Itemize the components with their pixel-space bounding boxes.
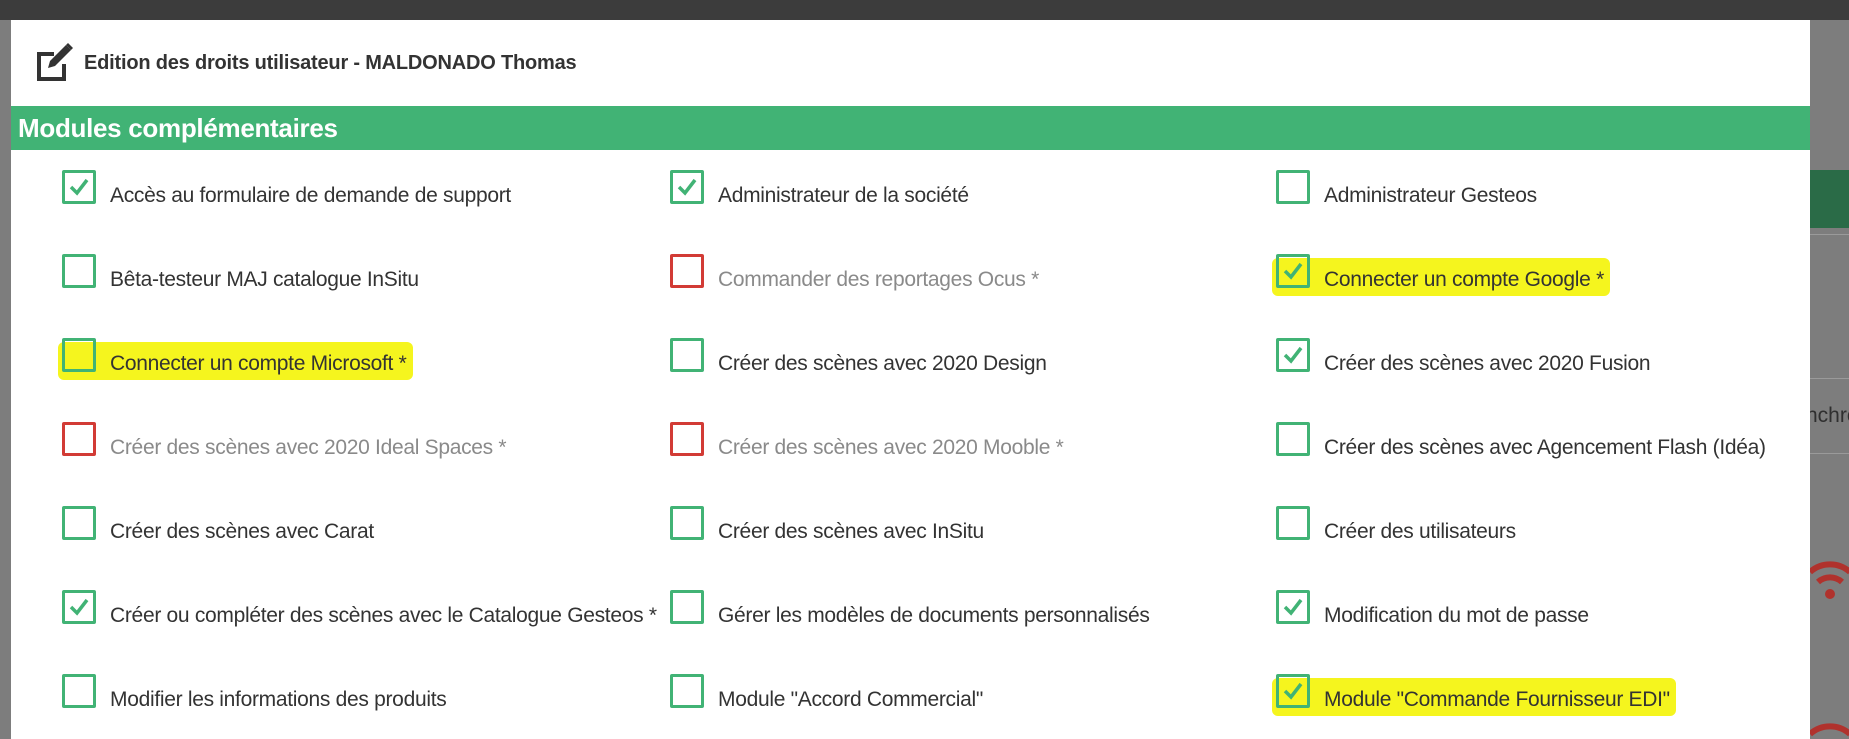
checkmark-icon	[1283, 682, 1303, 700]
right-label: Accès au formulaire de demande de suppor…	[110, 184, 511, 207]
rights-row: Créer ou compléter des scènes avec le Ca…	[11, 590, 1810, 674]
section-header: Modules complémentaires	[11, 106, 1810, 150]
checkmark-icon	[69, 598, 89, 616]
right-checkbox[interactable]	[670, 338, 704, 372]
right-label: Module "Accord Commercial"	[718, 688, 984, 711]
right-checkbox[interactable]	[62, 506, 96, 540]
user-rights-modal: Edition des droits utilisateur - MALDONA…	[11, 20, 1810, 739]
right-checkbox	[62, 422, 96, 456]
edit-icon	[37, 43, 73, 81]
right-option[interactable]: Connecter un compte Microsoft *	[11, 338, 615, 422]
right-option[interactable]: Accès au formulaire de demande de suppor…	[11, 170, 615, 254]
right-checkbox[interactable]	[1276, 506, 1310, 540]
right-label: Créer des scènes avec InSitu	[718, 520, 984, 543]
right-option[interactable]: Créer des scènes avec Agencement Flash (…	[1219, 422, 1810, 506]
right-option[interactable]: Créer des scènes avec Carat	[11, 506, 615, 590]
rights-row: Connecter un compte Microsoft * Créer des…	[11, 338, 1810, 422]
modal-header: Edition des droits utilisateur - MALDONA…	[11, 20, 1810, 106]
right-label: Créer des scènes avec 2020 Design	[718, 352, 1047, 375]
rights-row: Créer des scènes avec Carat Créer des scè…	[11, 506, 1810, 590]
background-partial-text: nchro	[1806, 404, 1849, 427]
checkmark-icon	[1283, 262, 1303, 280]
right-label: Créer des scènes avec 2020 Fusion	[1324, 352, 1651, 375]
right-label: Créer des utilisateurs	[1324, 520, 1516, 543]
rights-row: Créer des scènes avec 2020 Ideal Spaces …	[11, 422, 1810, 506]
right-checkbox[interactable]	[670, 590, 704, 624]
right-label: Créer des scènes avec Agencement Flash (…	[1324, 436, 1766, 459]
right-label: Créer des scènes avec 2020 Mooble *	[718, 436, 1064, 459]
right-checkbox[interactable]	[62, 674, 96, 708]
right-label: Modification du mot de passe	[1324, 604, 1589, 627]
right-label: Connecter un compte Microsoft *	[110, 352, 407, 375]
right-option[interactable]: Gérer les modèles de documents personnal…	[615, 590, 1219, 674]
right-option[interactable]: Créer des scènes avec InSitu	[615, 506, 1219, 590]
rights-grid: Accès au formulaire de demande de suppor…	[11, 150, 1810, 739]
right-checkbox[interactable]	[1276, 338, 1310, 372]
right-checkbox[interactable]	[62, 338, 96, 372]
right-option[interactable]: Administrateur Gesteos	[1219, 170, 1810, 254]
right-checkbox[interactable]	[1276, 254, 1310, 288]
right-label: Administrateur de la société	[718, 184, 969, 207]
right-checkbox[interactable]	[670, 506, 704, 540]
right-option[interactable]: Créer des utilisateurs	[1219, 506, 1810, 590]
right-checkbox[interactable]	[1276, 590, 1310, 624]
right-option[interactable]: Modifier les informations des produits	[11, 674, 615, 739]
right-option[interactable]: Créer des scènes avec 2020 Fusion	[1219, 338, 1810, 422]
right-option[interactable]: Créer des scènes avec 2020 Ideal Spaces …	[11, 422, 615, 506]
right-option[interactable]: Module "Accord Commercial"	[615, 674, 1219, 739]
rights-row: Bêta-testeur MAJ catalogue InSitu Command…	[11, 254, 1810, 338]
right-label: Gérer les modèles de documents personnal…	[718, 604, 1150, 627]
right-checkbox[interactable]	[62, 170, 96, 204]
right-checkbox[interactable]	[670, 170, 704, 204]
checkmark-icon	[1283, 598, 1303, 616]
right-label: Créer des scènes avec Carat	[110, 520, 374, 543]
rights-row: Accès au formulaire de demande de suppor…	[11, 170, 1810, 254]
right-label: Module "Commande Fournisseur EDI"	[1324, 688, 1670, 711]
background-topbar	[0, 0, 1849, 20]
right-checkbox	[670, 422, 704, 456]
right-checkbox	[670, 254, 704, 288]
right-checkbox[interactable]	[62, 590, 96, 624]
checkmark-icon	[69, 178, 89, 196]
rights-row: Modifier les informations des produits Mo…	[11, 674, 1810, 739]
right-label: Créer des scènes avec 2020 Ideal Spaces …	[110, 436, 507, 459]
right-label: Administrateur Gesteos	[1324, 184, 1537, 207]
right-option[interactable]: Créer des scènes avec 2020 Mooble *	[615, 422, 1219, 506]
right-option[interactable]: Connecter un compte Google *	[1219, 254, 1810, 338]
right-checkbox[interactable]	[670, 674, 704, 708]
right-checkbox[interactable]	[1276, 170, 1310, 204]
right-checkbox[interactable]	[1276, 674, 1310, 708]
right-option[interactable]: Créer des scènes avec 2020 Design	[615, 338, 1219, 422]
right-label: Créer ou compléter des scènes avec le Ca…	[110, 604, 657, 627]
modal-title: Edition des droits utilisateur - MALDONA…	[84, 51, 577, 74]
right-option[interactable]: Commander des reportages Ocus *	[615, 254, 1219, 338]
checkmark-icon	[677, 178, 697, 196]
right-option[interactable]: Administrateur de la société	[615, 170, 1219, 254]
right-option[interactable]: Modification du mot de passe	[1219, 590, 1810, 674]
right-label: Connecter un compte Google *	[1324, 268, 1604, 291]
right-option[interactable]: Créer ou compléter des scènes avec le Ca…	[11, 590, 657, 674]
right-label: Modifier les informations des produits	[110, 688, 447, 711]
right-option[interactable]: Bêta-testeur MAJ catalogue InSitu	[11, 254, 615, 338]
right-label: Bêta-testeur MAJ catalogue InSitu	[110, 268, 419, 291]
right-checkbox[interactable]	[1276, 422, 1310, 456]
right-option[interactable]: Module "Commande Fournisseur EDI"	[1219, 674, 1810, 739]
right-checkbox[interactable]	[62, 254, 96, 288]
checkmark-icon	[1283, 346, 1303, 364]
right-label: Commander des reportages Ocus *	[718, 268, 1040, 291]
